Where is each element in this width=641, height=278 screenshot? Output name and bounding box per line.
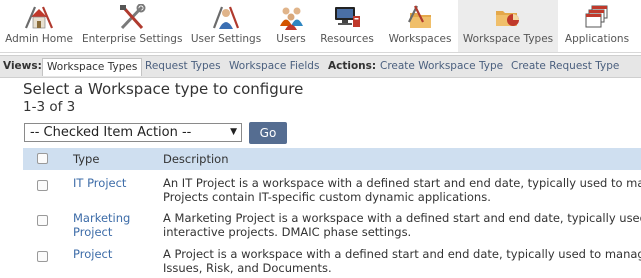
description-line: Issues, Risk, and Documents.	[163, 261, 332, 275]
description-line: A Project is a workspace with a defined …	[163, 247, 641, 261]
admin-nav-bar: Admin Home Enterprise Settings User Sett…	[0, 0, 641, 53]
description-line: An IT Project is a workspace with a defi…	[163, 176, 641, 190]
nav-label: Users	[276, 33, 306, 45]
select-all-checkbox[interactable]	[37, 153, 48, 164]
row-checkbox[interactable]	[37, 251, 48, 262]
nav-applications[interactable]: Applications	[560, 0, 634, 52]
tools-icon	[120, 4, 146, 30]
folder-tools-icon	[408, 5, 431, 28]
nav-label: Applications	[564, 33, 630, 45]
column-header-type: Type	[73, 152, 100, 166]
row-checkbox[interactable]	[37, 215, 48, 226]
table-header: Type Description	[23, 148, 641, 170]
page-title: Select a Workspace type to configure	[23, 80, 304, 98]
table-row: Project A Project is a workspace with a …	[23, 247, 641, 277]
nav-enterprise-settings[interactable]: Enterprise Settings	[82, 0, 182, 52]
nav-admin-home[interactable]: Admin Home	[0, 0, 78, 52]
view-tab-workspace-types[interactable]: Workspace Types	[42, 58, 143, 76]
nav-resources[interactable]: Resources	[318, 0, 376, 52]
row-description: A Marketing Project is a workspace with …	[163, 211, 641, 239]
nav-label: Enterprise Settings	[82, 33, 183, 45]
resources-icon	[335, 7, 360, 27]
workspace-type-link[interactable]: Project	[73, 247, 153, 261]
column-header-description: Description	[163, 152, 229, 166]
description-line: A Marketing Project is a workspace with …	[163, 211, 641, 225]
nav-label: Workspace Types	[462, 33, 554, 45]
action-create-workspace-type[interactable]: Create Workspace Type	[380, 56, 503, 77]
nav-users[interactable]: Users	[266, 0, 316, 52]
select-value: -- Checked Item Action --	[30, 125, 192, 140]
view-link-workspace-fields[interactable]: Workspace Fields	[229, 56, 319, 77]
user-tools-icon	[212, 6, 240, 29]
actions-label: Actions:	[328, 60, 377, 72]
row-description: A Project is a workspace with a defined …	[163, 247, 641, 275]
nav-label: Resources	[320, 33, 374, 45]
house-tools-icon	[24, 6, 54, 29]
row-description: An IT Project is a workspace with a defi…	[163, 176, 641, 204]
nav-label: Workspaces	[388, 33, 452, 45]
result-count: 1-3 of 3	[23, 99, 76, 115]
table-row: IT Project An IT Project is a workspace …	[23, 176, 641, 206]
workspace-type-link[interactable]: IT Project	[73, 176, 153, 190]
row-checkbox[interactable]	[37, 180, 48, 191]
dropdown-arrow-icon: ▼	[230, 127, 237, 137]
workspace-types-icon	[496, 11, 519, 26]
action-create-request-type[interactable]: Create Request Type	[511, 56, 619, 77]
nav-workspace-types[interactable]: Workspace Types	[458, 0, 558, 52]
applications-icon	[585, 5, 608, 28]
table-row: Marketing Project A Marketing Project is…	[23, 211, 641, 241]
go-button[interactable]: Go	[249, 122, 287, 144]
workspace-type-link[interactable]: Marketing Project	[73, 211, 153, 239]
description-line: interactive projects. DMAIC phase settin…	[163, 225, 412, 239]
nav-user-settings[interactable]: User Settings	[190, 0, 262, 52]
view-link-request-types[interactable]: Request Types	[145, 56, 221, 77]
nav-label: Admin Home	[5, 33, 73, 45]
nav-workspaces[interactable]: Workspaces	[382, 0, 458, 52]
views-label: Views:	[3, 60, 42, 72]
users-icon	[280, 7, 303, 30]
nav-label: User Settings	[190, 33, 262, 45]
description-line: Projects contain IT-specific custom dyna…	[163, 190, 491, 204]
views-actions-bar: Views: Workspace Types Request Types Wor…	[0, 55, 641, 78]
checked-item-action-select[interactable]: -- Checked Item Action -- ▼	[24, 123, 242, 142]
